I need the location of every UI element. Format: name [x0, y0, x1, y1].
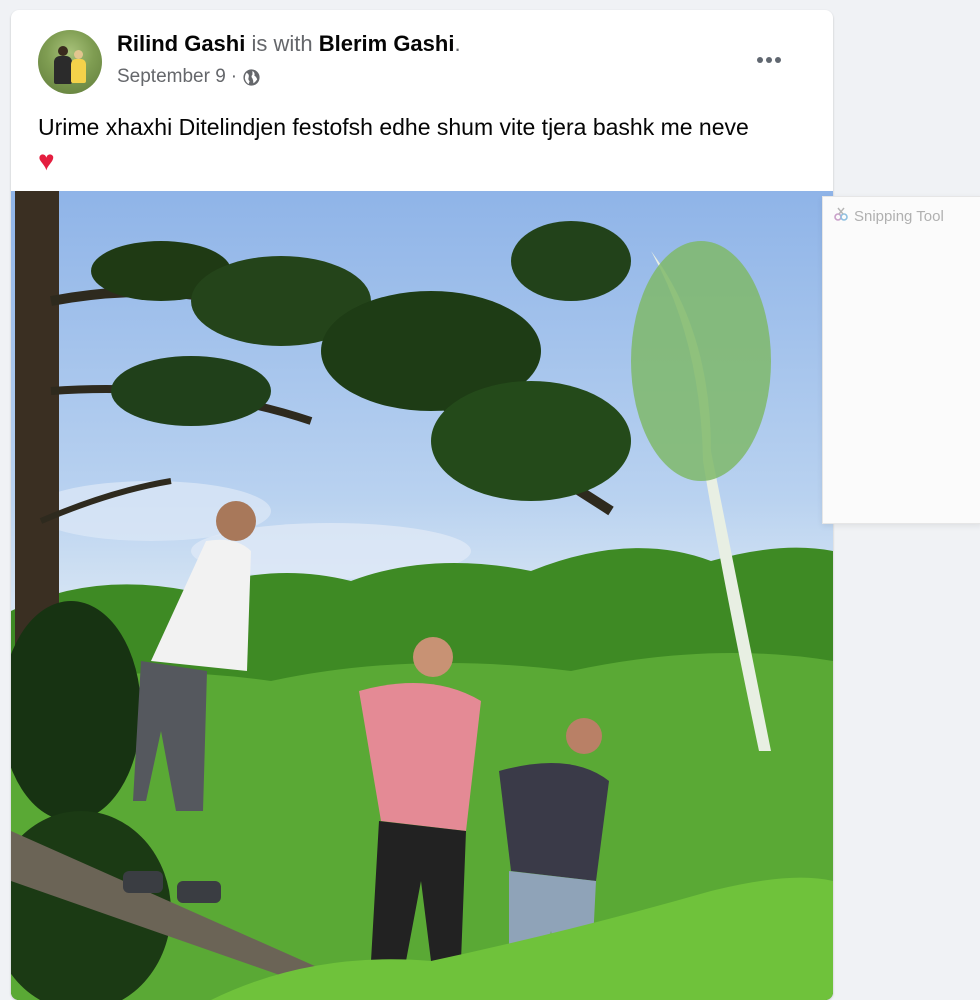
post-message: Urime xhaxhi Ditelindjen festofsh edhe s… — [38, 110, 818, 179]
snipping-tool-title: Snipping Tool — [854, 207, 944, 225]
message-text: Urime xhaxhi Ditelindjen festofsh edhe s… — [38, 114, 749, 140]
photo-scene — [11, 191, 833, 1000]
feed-post: Rilind Gashi is with Blerim Gashi. Septe… — [11, 10, 833, 1000]
post-date[interactable]: September 9 — [117, 66, 226, 88]
author-name[interactable]: Rilind Gashi — [117, 31, 245, 56]
heart-emoji: ♥ — [38, 145, 55, 176]
snipping-tool-titlebar: Snipping Tool — [833, 206, 944, 226]
post-header: Rilind Gashi is with Blerim Gashi. — [117, 31, 461, 57]
snipping-tool-window[interactable]: Snipping Tool — [822, 196, 980, 524]
meta-separator: · — [230, 66, 238, 87]
tagged-name[interactable]: Blerim Gashi — [319, 31, 455, 56]
post-photo[interactable] — [11, 191, 833, 1000]
header-period: . — [454, 31, 461, 56]
globe-icon[interactable] — [242, 68, 261, 87]
post-meta: September 9 · — [117, 66, 261, 88]
author-avatar[interactable] — [38, 30, 102, 94]
with-label: is with — [251, 31, 313, 56]
more-options-icon[interactable] — [751, 42, 787, 78]
scissors-icon — [833, 206, 849, 226]
